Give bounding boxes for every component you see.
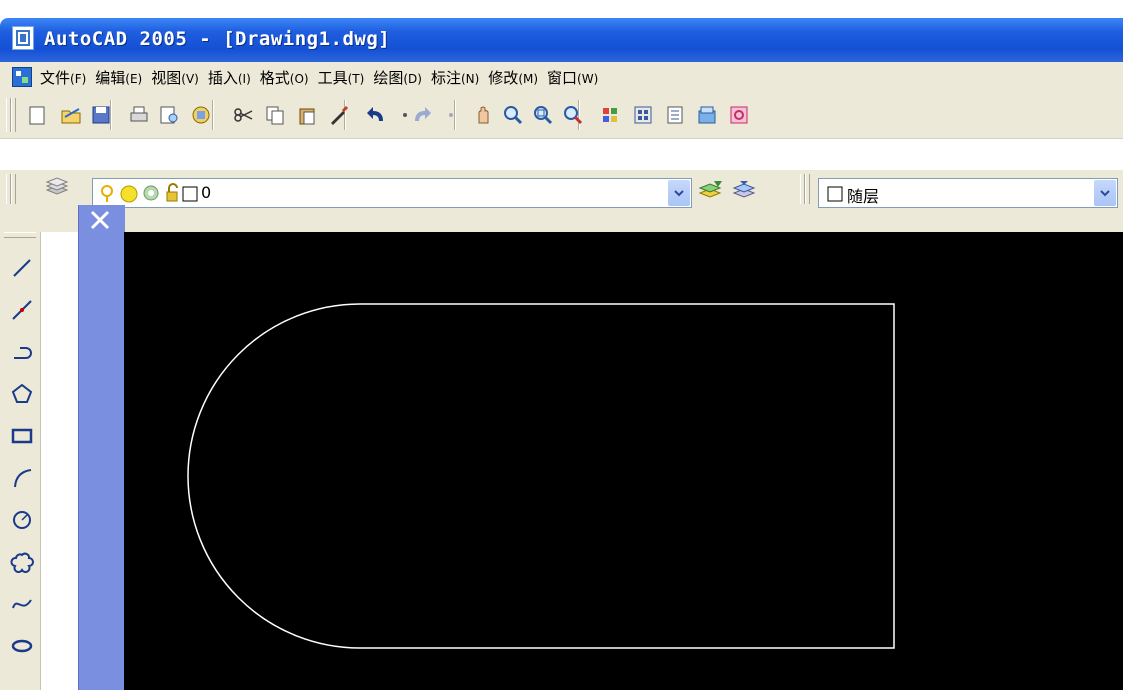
toolbar-grip[interactable] xyxy=(11,174,16,204)
construction-line-icon[interactable] xyxy=(10,298,34,322)
polyline-icon[interactable] xyxy=(10,340,34,364)
menu-item-label: 格式 xyxy=(259,68,290,87)
open-icon[interactable] xyxy=(58,102,84,128)
menu-item-accelerator: (N) xyxy=(460,71,480,86)
close-icon[interactable] xyxy=(85,205,115,235)
menu-item-accelerator: (F) xyxy=(70,71,87,86)
menu-item-label: 修改 xyxy=(488,68,519,87)
menu-item-6[interactable]: 绘图(D) xyxy=(373,67,431,88)
tool-palettes-icon[interactable] xyxy=(662,102,688,128)
pan-icon[interactable] xyxy=(470,102,496,128)
document-icon[interactable] xyxy=(12,67,32,87)
menu-item-9[interactable]: 窗口(W) xyxy=(547,67,607,88)
layer-name: 0 xyxy=(201,183,212,202)
polygon-icon[interactable] xyxy=(10,382,34,406)
menu-item-label: 绘图 xyxy=(373,68,404,87)
menu-item-label: 编辑 xyxy=(95,68,126,87)
menu-item-label: 视图 xyxy=(151,68,182,87)
menu-item-5[interactable]: 工具(T) xyxy=(318,67,374,88)
menu-item-label: 窗口 xyxy=(547,68,578,87)
copy-icon[interactable] xyxy=(262,102,288,128)
menu-item-7[interactable]: 标注(N) xyxy=(431,67,488,88)
redo-icon[interactable] xyxy=(410,102,436,128)
title-bar: AutoCAD 2005 - [Drawing1.dwg] xyxy=(0,18,1123,62)
window-title: AutoCAD 2005 - [Drawing1.dwg] xyxy=(44,28,391,50)
zoom-window-icon[interactable] xyxy=(530,102,556,128)
autocad-window: AutoCAD 2005 - [Drawing1.dwg] 文件(F) 编辑(E)… xyxy=(0,0,1123,690)
spline-icon[interactable] xyxy=(10,592,34,616)
layer-manager-icon[interactable] xyxy=(44,174,70,200)
menu-item-accelerator: (M) xyxy=(518,71,539,86)
sheet-set-icon[interactable] xyxy=(694,102,720,128)
menu-item-accelerator: (T) xyxy=(347,71,365,86)
undo-icon[interactable] xyxy=(362,102,388,128)
print-icon[interactable] xyxy=(126,102,152,128)
color-value: 随层 xyxy=(847,187,880,206)
chevron-down-icon[interactable] xyxy=(668,180,690,206)
toolbar-grip[interactable] xyxy=(4,232,36,238)
match-properties-icon[interactable] xyxy=(326,102,352,128)
toolbar-grip[interactable] xyxy=(805,174,810,204)
menu-item-0[interactable]: 文件(F) xyxy=(40,67,95,88)
properties-icon[interactable] xyxy=(598,102,624,128)
rectangle-icon[interactable] xyxy=(10,424,34,448)
menu-items: 文件(F) 编辑(E) 视图(V) 插入(I) 格式(O) 工具(T) 绘图(D) 标注(N)… xyxy=(40,62,607,92)
zoom-realtime-icon[interactable] xyxy=(500,102,526,128)
menu-item-1[interactable]: 编辑(E) xyxy=(95,67,151,88)
menu-item-accelerator: (E) xyxy=(125,71,143,86)
arc-icon[interactable] xyxy=(10,466,34,490)
make-object-layer-current-icon[interactable] xyxy=(698,176,724,202)
slot-shape[interactable] xyxy=(187,303,895,649)
floating-palette-strip[interactable] xyxy=(78,205,125,690)
layer-combo[interactable]: 0 xyxy=(92,178,692,208)
toolbar-grip[interactable] xyxy=(11,98,16,132)
color-combo[interactable]: 随层 xyxy=(818,178,1118,208)
layers-toolbar: 0 随层 xyxy=(0,170,1123,232)
menu-item-label: 工具 xyxy=(317,68,348,87)
menu-item-4[interactable]: 格式(O) xyxy=(260,67,318,88)
print-preview-icon[interactable] xyxy=(156,102,182,128)
menu-item-2[interactable]: 视图(V) xyxy=(151,67,208,88)
menu-item-accelerator: (O) xyxy=(289,71,309,86)
draw-toolbar xyxy=(0,232,41,690)
standard-toolbar xyxy=(0,92,1123,139)
revision-cloud-icon[interactable] xyxy=(10,550,34,574)
menu-item-8[interactable]: 修改(M) xyxy=(488,67,547,88)
save-icon[interactable] xyxy=(88,102,114,128)
menu-bar: 文件(F) 编辑(E) 视图(V) 插入(I) 格式(O) 工具(T) 绘图(D) 标注(N)… xyxy=(0,62,1123,93)
line-icon[interactable] xyxy=(10,256,34,280)
publish-icon[interactable] xyxy=(188,102,214,128)
menu-item-label: 插入 xyxy=(207,68,238,87)
layer-previous-icon[interactable] xyxy=(732,176,758,202)
menu-item-3[interactable]: 插入(I) xyxy=(208,67,260,88)
drawing-area[interactable] xyxy=(124,232,1123,690)
markup-icon[interactable] xyxy=(726,102,752,128)
menu-item-label: 标注 xyxy=(430,68,461,87)
zoom-previous-icon[interactable] xyxy=(560,102,586,128)
circle-icon[interactable] xyxy=(10,508,34,532)
design-center-icon[interactable] xyxy=(630,102,656,128)
chevron-down-icon[interactable] xyxy=(1094,180,1116,206)
menu-item-accelerator: (D) xyxy=(403,71,422,86)
new-icon[interactable] xyxy=(24,102,50,128)
drawing-svg xyxy=(187,303,895,649)
cut-icon[interactable] xyxy=(230,102,256,128)
menu-item-accelerator: (I) xyxy=(237,71,251,86)
autocad-app-icon[interactable] xyxy=(12,26,34,50)
redo-dropdown-icon[interactable] xyxy=(438,102,464,128)
menu-item-accelerator: (V) xyxy=(181,71,199,86)
ellipse-icon[interactable] xyxy=(10,634,34,658)
paste-icon[interactable] xyxy=(294,102,320,128)
menu-item-label: 文件 xyxy=(40,68,71,87)
menu-item-accelerator: (W) xyxy=(577,71,599,86)
